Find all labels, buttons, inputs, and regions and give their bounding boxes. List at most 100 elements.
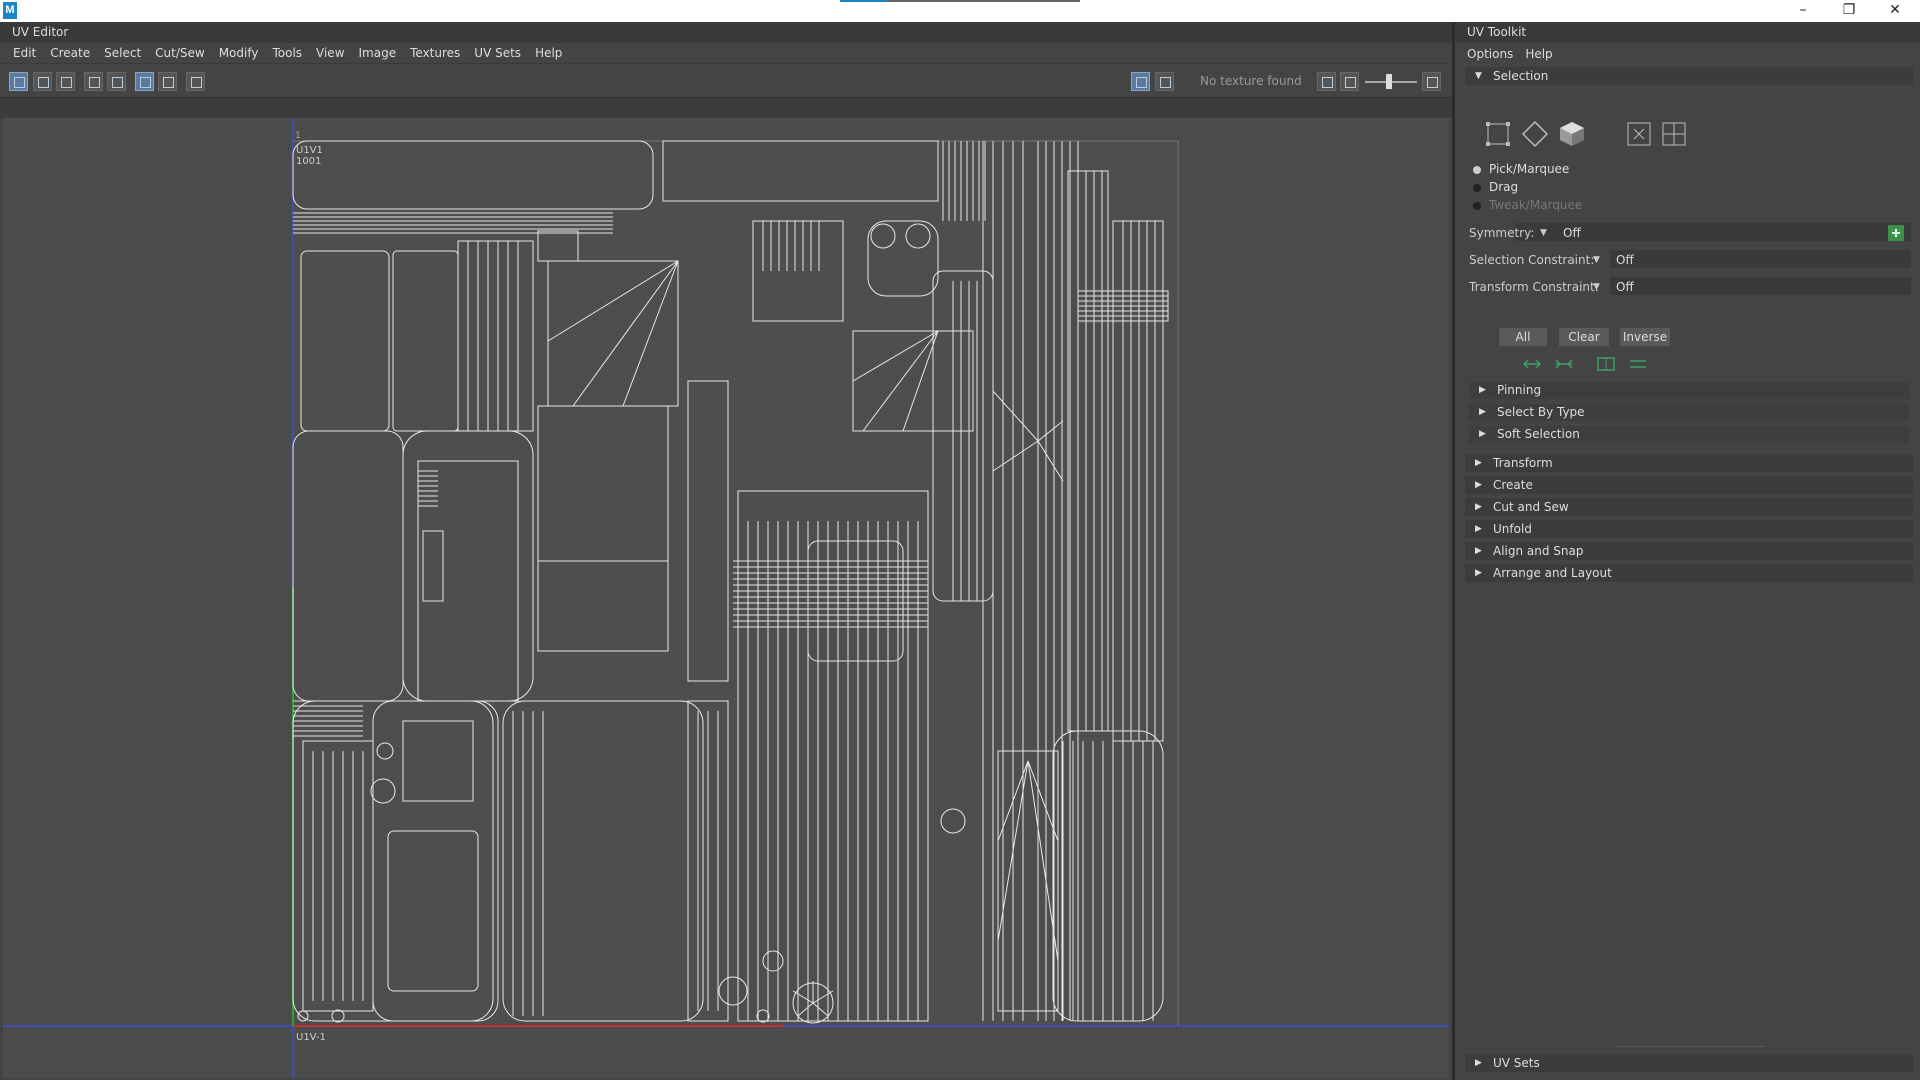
menu-help[interactable]: Help <box>528 46 569 60</box>
section-unfold-label: Unfold <box>1493 522 1532 536</box>
menu-view[interactable]: View <box>309 46 351 60</box>
shrink-selection-icon[interactable] <box>1553 353 1575 375</box>
selection-constraint-value[interactable]: Off <box>1616 253 1634 267</box>
menu-create[interactable]: Create <box>43 46 97 60</box>
section-uv-sets[interactable]: ▶ UV Sets <box>1465 1054 1913 1072</box>
symmetry-settings-icon[interactable] <box>1885 222 1907 244</box>
transform-constraint-bg <box>1610 277 1911 295</box>
radio-drag-label: Drag <box>1489 180 1519 194</box>
select-all-button[interactable]: All <box>1499 328 1547 346</box>
image-display-icon[interactable] <box>1131 72 1150 91</box>
isolate-select-icon[interactable] <box>9 72 28 91</box>
minimize-button[interactable]: – <box>1780 0 1826 22</box>
selection-constraint-dropdown-arrow-icon[interactable]: ▼ <box>1593 255 1600 265</box>
triangle-right-icon: ▶ <box>1475 502 1482 512</box>
uv-editor-menubar: Edit Create Select Cut/Sew Modify Tools … <box>0 43 1452 64</box>
radio-pick-marquee-label: Pick/Marquee <box>1489 162 1570 176</box>
triangle-right-icon: ▶ <box>1475 524 1482 534</box>
os-titlebar: M – ❐ ✕ <box>0 0 1920 22</box>
section-cut-and-sew-label: Cut and Sew <box>1493 500 1569 514</box>
section-create[interactable]: ▶ Create <box>1465 476 1913 494</box>
symmetry-label: Symmetry: <box>1469 226 1535 240</box>
menu-uv-sets[interactable]: UV Sets <box>467 46 528 60</box>
uv-editor-title: UV Editor <box>0 22 1452 43</box>
vertex-mode-icon[interactable] <box>1484 120 1512 148</box>
ruler-mark: 1 <box>295 131 301 141</box>
view-transform-icon[interactable] <box>1422 72 1441 91</box>
uv-mode-icon[interactable] <box>1625 120 1653 148</box>
edge-mode-icon[interactable] <box>1521 120 1549 148</box>
tile-label-u1v-1: U1V-1 <box>296 1032 326 1043</box>
close-button[interactable]: ✕ <box>1872 0 1918 22</box>
transform-constraint-value[interactable]: Off <box>1616 280 1634 294</box>
menu-textures[interactable]: Textures <box>403 46 467 60</box>
radio-drag[interactable]: Drag <box>1473 180 1518 194</box>
subsection-pinning[interactable]: ▶ Pinning <box>1469 382 1909 399</box>
snapshot-icon[interactable] <box>186 72 205 91</box>
select-shell-border-icon[interactable] <box>1595 353 1617 375</box>
section-arrange-and-layout-label: Arrange and Layout <box>1493 566 1612 580</box>
subsection-soft-selection[interactable]: ▶ Soft Selection <box>1469 426 1909 443</box>
menu-modify[interactable]: Modify <box>212 46 266 60</box>
uv-toolkit-title: UV Toolkit <box>1455 22 1920 43</box>
selection-constraint-bg <box>1610 250 1911 268</box>
triangle-right-icon: ▶ <box>1475 546 1482 556</box>
transform-constraint-dropdown-arrow-icon[interactable]: ▼ <box>1593 282 1600 292</box>
exposure-slider-thumb[interactable] <box>1386 74 1392 89</box>
gamma-icon[interactable] <box>1340 72 1359 91</box>
uv-canvas[interactable]: U1V1 1001 U1V-1 1 <box>3 118 1449 1078</box>
section-cut-and-sew[interactable]: ▶ Cut and Sew <box>1465 498 1913 516</box>
transform-constraint-label: Transform Constraint: <box>1469 280 1599 294</box>
section-arrange-and-layout[interactable]: ▶ Arrange and Layout <box>1465 564 1913 582</box>
section-selection[interactable]: ▼ Selection <box>1465 67 1913 85</box>
menu-tools[interactable]: Tools <box>265 46 309 60</box>
section-unfold[interactable]: ▶ Unfold <box>1465 520 1913 538</box>
checker-icon[interactable] <box>1155 72 1174 91</box>
radio-pick-marquee[interactable]: Pick/Marquee <box>1473 162 1569 176</box>
triangle-right-icon: ▶ <box>1479 429 1486 439</box>
menu-select[interactable]: Select <box>97 46 148 60</box>
resize-handle[interactable] <box>1615 1046 1765 1047</box>
section-create-label: Create <box>1493 478 1533 492</box>
title-progress-bar <box>840 0 1080 2</box>
uv-shell-mode-icon[interactable] <box>1660 120 1688 148</box>
symmetry-value[interactable]: Off <box>1563 226 1581 240</box>
remove-selected-icon[interactable] <box>56 72 75 91</box>
maya-app-icon[interactable]: M <box>3 2 17 19</box>
restore-button[interactable]: ❐ <box>1826 0 1872 22</box>
snap-grid-icon[interactable] <box>107 72 126 91</box>
uv-editor-toolbar: No texture found <box>0 64 1452 98</box>
add-selected-icon[interactable] <box>33 72 52 91</box>
section-selection-label: Selection <box>1493 69 1549 83</box>
tile-label-u1v1: U1V1 <box>296 145 323 156</box>
menu-edit[interactable]: Edit <box>6 46 43 60</box>
subsection-soft-selection-label: Soft Selection <box>1497 427 1580 441</box>
subsection-pinning-label: Pinning <box>1497 383 1542 397</box>
uv-viewport[interactable]: U1V1 1001 U1V-1 1 <box>3 118 1449 1078</box>
triangle-right-icon: ▶ <box>1479 407 1486 417</box>
exposure-icon[interactable] <box>1317 72 1336 91</box>
symmetry-dropdown-arrow-icon[interactable]: ▼ <box>1540 228 1547 238</box>
uv-toolkit-menubar: Options Help <box>1455 43 1920 64</box>
triangle-right-icon: ▶ <box>1475 568 1482 578</box>
grid-icon[interactable] <box>84 72 103 91</box>
wireframe-icon[interactable] <box>135 72 154 91</box>
texture-status: No texture found <box>1200 74 1302 88</box>
grow-selection-icon[interactable] <box>1521 353 1543 375</box>
select-edge-loop-icon[interactable] <box>1627 353 1649 375</box>
toolkit-menu-options[interactable]: Options <box>1461 47 1519 61</box>
inverse-selection-button[interactable]: Inverse <box>1620 328 1670 346</box>
section-transform[interactable]: ▶ Transform <box>1465 454 1913 472</box>
subsection-select-by-type[interactable]: ▶ Select By Type <box>1469 404 1909 421</box>
uv-toolkit-panel: UV Toolkit Options Help ▼ Selection Pick… <box>1452 22 1920 1080</box>
clear-selection-button[interactable]: Clear <box>1559 328 1609 346</box>
triangle-down-icon: ▼ <box>1475 71 1482 81</box>
ruler-strip <box>0 98 1452 118</box>
shaded-icon[interactable] <box>158 72 177 91</box>
triangle-right-icon: ▶ <box>1475 458 1482 468</box>
menu-cut-sew[interactable]: Cut/Sew <box>148 46 212 60</box>
face-mode-icon[interactable] <box>1558 120 1586 148</box>
menu-image[interactable]: Image <box>352 46 404 60</box>
toolkit-menu-help[interactable]: Help <box>1519 47 1558 61</box>
section-align-and-snap[interactable]: ▶ Align and Snap <box>1465 542 1913 560</box>
